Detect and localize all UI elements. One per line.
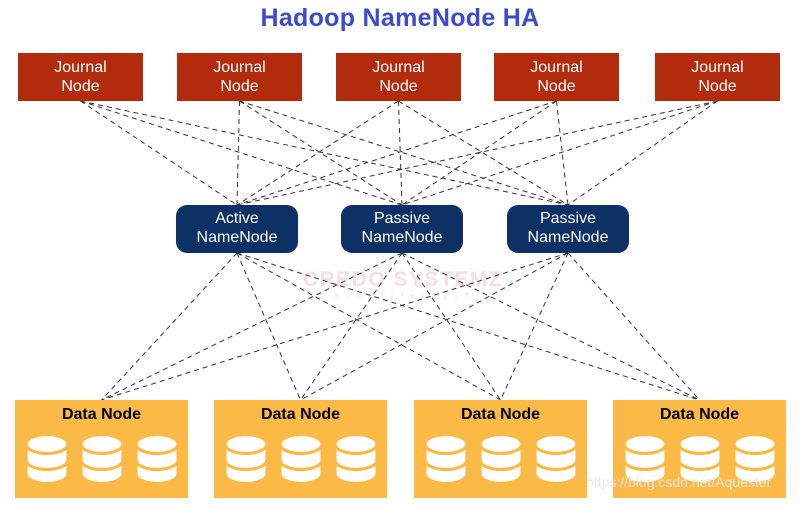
- edge-journal5-to-namenode3: [567, 100, 718, 206]
- edge-journal2-to-namenode3: [239, 100, 569, 206]
- journal-node-1-label-line1: Journal: [54, 58, 107, 76]
- database-cylinder-icon: [222, 433, 269, 486]
- database-cylinder-icon: [332, 433, 379, 486]
- journal-node-4-label-line2: Node: [537, 77, 576, 95]
- name-node-1-label-line1: Active: [215, 210, 259, 228]
- edge-journal5-to-namenode2: [401, 100, 718, 206]
- name-node-2-label-line2: NameNode: [361, 229, 443, 246]
- data-node-1-label: Data Node: [61, 406, 142, 423]
- journal-node-3-label-line1: Journal: [372, 58, 425, 76]
- journal-node-2-label-line1: Journal: [213, 58, 266, 76]
- database-cylinder-icon: [422, 433, 469, 486]
- source-watermark: https://blog.csdn.net/Aquester: [586, 474, 772, 490]
- data-node-2[interactable]: Data Node: [214, 400, 387, 498]
- journal-node-1[interactable]: Journal Node: [18, 53, 143, 101]
- edge-journal2-to-namenode1: [236, 100, 240, 206]
- center-watermark-subtext: S i m p l i f y i n g I T: [333, 293, 473, 300]
- name-node-2-label-line1: Passive: [373, 210, 431, 228]
- database-cylinder-icon: [23, 433, 70, 486]
- edge-journal1-to-namenode1: [80, 100, 238, 206]
- diagram-canvas: Hadoop NameNode HA CREDO SYSTEMZ S i m p…: [0, 0, 800, 505]
- name-node-3[interactable]: Passive NameNode: [507, 205, 629, 253]
- edge-journal4-to-namenode2: [401, 100, 557, 206]
- journal-node-2-label-line2: Node: [220, 77, 259, 95]
- edge-journal4-to-namenode3: [556, 100, 569, 206]
- edge-journal1-to-namenode2: [80, 100, 403, 206]
- database-cylinder-icon: [477, 433, 524, 486]
- data-node-3-disk-group: [422, 433, 579, 486]
- edge-journal3-to-namenode3: [398, 100, 569, 206]
- data-node-3[interactable]: Data Node: [414, 400, 587, 498]
- edge-journal3-to-namenode1: [236, 100, 399, 206]
- journal-node-3-label-line2: Node: [379, 77, 418, 95]
- data-node-1[interactable]: Data Node: [15, 400, 188, 498]
- journal-node-3[interactable]: Journal Node: [336, 53, 461, 101]
- data-node-3-label: Data Node: [460, 406, 541, 423]
- edge-namenode1-to-datanode1: [101, 252, 238, 401]
- edge-journal5-to-namenode1: [236, 100, 718, 206]
- journal-node-2[interactable]: Journal Node: [177, 53, 302, 101]
- data-node-2-label: Data Node: [260, 406, 341, 423]
- edge-journal3-to-namenode2: [398, 100, 403, 206]
- journal-node-5[interactable]: Journal Node: [655, 53, 780, 101]
- center-watermark-text: CREDO SYSTEMZ: [302, 268, 504, 291]
- journal-node-1-label-line2: Node: [61, 77, 100, 95]
- name-node-3-label-line1: Passive: [539, 210, 597, 228]
- edge-journal4-to-namenode1: [236, 100, 557, 206]
- name-node-1-label-line2: NameNode: [196, 229, 278, 246]
- center-watermark: CREDO SYSTEMZ S i m p l i f y i n g I T: [268, 268, 538, 300]
- page-title: Hadoop NameNode HA: [260, 4, 540, 32]
- database-cylinder-icon: [277, 433, 324, 486]
- database-cylinder-icon: [133, 433, 180, 486]
- journal-node-4-label-line1: Journal: [530, 58, 583, 76]
- edge-journal1-to-namenode3: [80, 100, 569, 206]
- database-cylinder-icon: [532, 433, 579, 486]
- data-node-1-disk-group: [23, 433, 180, 486]
- journal-node-5-label-line1: Journal: [691, 58, 744, 76]
- edge-journal2-to-namenode2: [239, 100, 403, 206]
- name-node-3-label-line2: NameNode: [527, 229, 609, 246]
- database-cylinder-icon: [78, 433, 125, 486]
- journal-node-5-label-line2: Node: [698, 77, 737, 95]
- name-node-2[interactable]: Passive NameNode: [341, 205, 463, 253]
- data-node-2-disk-group: [222, 433, 379, 486]
- data-node-4-label: Data Node: [659, 406, 740, 423]
- name-node-1[interactable]: Active NameNode: [176, 205, 298, 253]
- journal-node-4[interactable]: Journal Node: [494, 53, 619, 101]
- edge-namenode3-to-datanode4: [567, 252, 700, 401]
